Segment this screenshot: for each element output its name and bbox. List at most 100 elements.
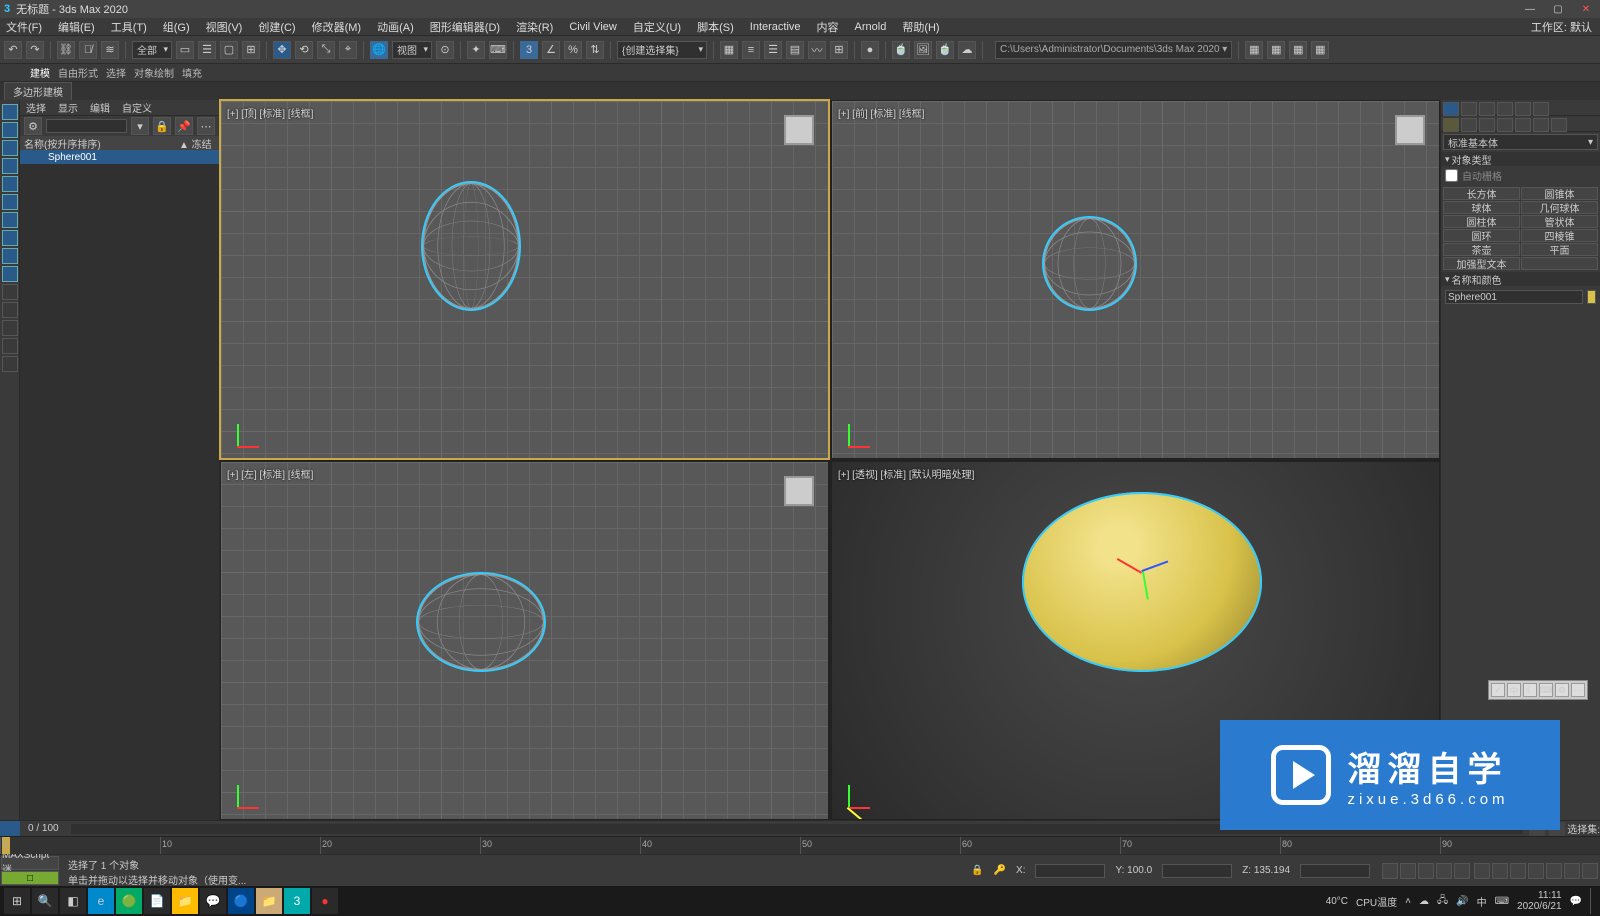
percent-snap-button[interactable]: %	[564, 41, 582, 59]
viewport-top[interactable]: [+] [顶] [标准] [线框]	[220, 100, 829, 459]
menu-tools[interactable]: 工具(T)	[111, 19, 147, 35]
geometry-subtab-icon[interactable]	[1443, 118, 1459, 132]
scene-filter-icon[interactable]: ⚙	[24, 117, 42, 135]
task-3dsmax[interactable]: 3	[284, 888, 310, 914]
spacewarps-subtab-icon[interactable]	[1533, 118, 1549, 132]
create-tab-icon[interactable]	[1443, 102, 1459, 116]
menu-rendering[interactable]: 渲染(R)	[516, 19, 553, 35]
maximize-viewport-button[interactable]	[1582, 863, 1598, 879]
object-color-swatch[interactable]	[1587, 290, 1596, 304]
ime-more-icon[interactable]: ⋯	[1571, 683, 1585, 697]
pan-button[interactable]	[1546, 863, 1562, 879]
scene-col-name[interactable]: 名称(按升序排序)	[20, 136, 179, 151]
scene-view-icon[interactable]: ▾	[131, 117, 149, 135]
left-icon[interactable]	[2, 248, 18, 264]
menu-file[interactable]: 文件(F)	[6, 19, 42, 35]
shapes-subtab-icon[interactable]	[1461, 118, 1477, 132]
notification-icon[interactable]: 💬	[1570, 896, 1582, 907]
lock-icon[interactable]: 🔒	[971, 865, 983, 876]
viewport-left[interactable]: [+] [左] [标准] [线框]	[220, 461, 829, 820]
sub-populate[interactable]: 填充	[182, 65, 202, 80]
material-editor-button[interactable]: ●	[861, 41, 879, 59]
use-center-button[interactable]: ⊙	[436, 41, 454, 59]
select-rotate-button[interactable]: ⟲	[295, 41, 313, 59]
transform-gizmo-icon[interactable]	[1112, 542, 1172, 602]
sub-freeform[interactable]: 自由形式	[58, 65, 98, 80]
autogrid-checkbox[interactable]	[1445, 169, 1458, 182]
zoom-all-button[interactable]	[1492, 863, 1508, 879]
viewport-label[interactable]: [+] [左] [标准] [线框]	[227, 466, 313, 481]
viewcube-icon[interactable]	[1395, 115, 1425, 145]
link-button[interactable]: ⛓	[57, 41, 75, 59]
tray-keyboard-icon[interactable]: ⌨	[1495, 896, 1509, 907]
render-cloud-button[interactable]: ☁	[958, 41, 976, 59]
left-icon[interactable]	[2, 212, 18, 228]
ime-moon-icon[interactable]: ☾	[1523, 683, 1537, 697]
t-icon-1[interactable]: ▦	[1245, 41, 1263, 59]
viewport-label[interactable]: [+] [顶] [标准] [线框]	[227, 105, 313, 120]
taskview-icon[interactable]: ◧	[60, 888, 86, 914]
left-icon[interactable]	[2, 176, 18, 192]
modify-tab-icon[interactable]	[1461, 102, 1477, 116]
t-icon-3[interactable]: ▦	[1289, 41, 1307, 59]
task-app[interactable]: 🟢	[116, 888, 142, 914]
weather-widget[interactable]: 40°C	[1326, 896, 1348, 907]
clock-date[interactable]: 2020/6/21	[1517, 901, 1562, 912]
select-region-button[interactable]: ▢	[220, 41, 238, 59]
select-manipulate-button[interactable]: ✦	[467, 41, 485, 59]
type-teapot-button[interactable]: 茶壶	[1443, 243, 1520, 256]
viewport-front[interactable]: [+] [前] [标准] [线框]	[831, 100, 1440, 459]
tray-net-icon[interactable]: 🖧	[1437, 893, 1448, 910]
menu-customize[interactable]: 自定义(U)	[633, 19, 681, 35]
select-move-button[interactable]: ✥	[273, 41, 291, 59]
cpu-temp-widget[interactable]: CPU温度	[1356, 894, 1397, 909]
menu-modifiers[interactable]: 修改器(M)	[312, 19, 362, 35]
tray-vol-icon[interactable]: 🔊	[1456, 896, 1468, 907]
project-path[interactable]: C:\Users\Administrator\Documents\3ds Max…	[995, 41, 1232, 59]
task-app[interactable]: 📄	[144, 888, 170, 914]
snap-toggle-button[interactable]: 3	[520, 41, 538, 59]
type-torus-button[interactable]: 圆环	[1443, 229, 1520, 242]
type-cylinder-button[interactable]: 圆柱体	[1443, 215, 1520, 228]
clock-time[interactable]: 11:11	[1517, 890, 1562, 901]
bind-spacewarp-button[interactable]: ≋	[101, 41, 119, 59]
scene-tab-custom[interactable]: 自定义	[122, 100, 152, 115]
task-app[interactable]: 🔵	[228, 888, 254, 914]
render-frame-button[interactable]: 🖼	[914, 41, 932, 59]
minimize-button[interactable]: —	[1516, 1, 1544, 17]
menu-group[interactable]: 组(G)	[163, 19, 190, 35]
menu-content[interactable]: 内容	[817, 19, 839, 35]
orbit-button[interactable]	[1564, 863, 1580, 879]
tab-polymodeling[interactable]: 多边形建模	[4, 82, 72, 100]
left-icon[interactable]	[2, 122, 18, 138]
prev-frame-button[interactable]	[1400, 863, 1416, 879]
coord-x-input[interactable]	[1035, 864, 1105, 878]
timeline-ruler[interactable]: 0102030405060708090100	[0, 836, 1600, 854]
workspace-label[interactable]: 工作区: 默认	[1531, 19, 1592, 35]
sub-selection[interactable]: 选择	[106, 65, 126, 80]
tray-cloud-icon[interactable]: ☁	[1419, 896, 1429, 907]
menu-interactive[interactable]: Interactive	[750, 21, 801, 33]
systems-subtab-icon[interactable]	[1551, 118, 1567, 132]
keyboard-shortcut-button[interactable]: ⌨	[489, 41, 507, 59]
left-icon[interactable]	[2, 356, 18, 372]
select-object-button[interactable]: ▭	[176, 41, 194, 59]
play-button[interactable]	[1418, 863, 1434, 879]
type-textplus-button[interactable]: 加强型文本	[1443, 257, 1520, 270]
hierarchy-tab-icon[interactable]	[1479, 102, 1495, 116]
lights-subtab-icon[interactable]	[1479, 118, 1495, 132]
coord-z-input[interactable]	[1300, 864, 1370, 878]
menu-scripting[interactable]: 脚本(S)	[697, 19, 734, 35]
selection-filter[interactable]: 全部	[132, 41, 172, 59]
goto-end-button[interactable]	[1454, 863, 1470, 879]
system-tray[interactable]: 40°C CPU温度 ˄ ☁ 🖧 🔊 中 ⌨ 11:11 2020/6/21 💬	[1326, 888, 1596, 914]
refcoord-button[interactable]: 🌐	[370, 41, 388, 59]
left-icon[interactable]	[2, 230, 18, 246]
scene-row-sphere[interactable]: Sphere001	[20, 150, 219, 164]
select-scale-button[interactable]: ⤡	[317, 41, 335, 59]
left-icon[interactable]	[2, 104, 18, 120]
scene-lock-icon[interactable]: 🔒	[153, 117, 171, 135]
align-button[interactable]: ≡	[742, 41, 760, 59]
showdesktop-button[interactable]	[1590, 888, 1596, 914]
utilities-tab-icon[interactable]	[1533, 102, 1549, 116]
